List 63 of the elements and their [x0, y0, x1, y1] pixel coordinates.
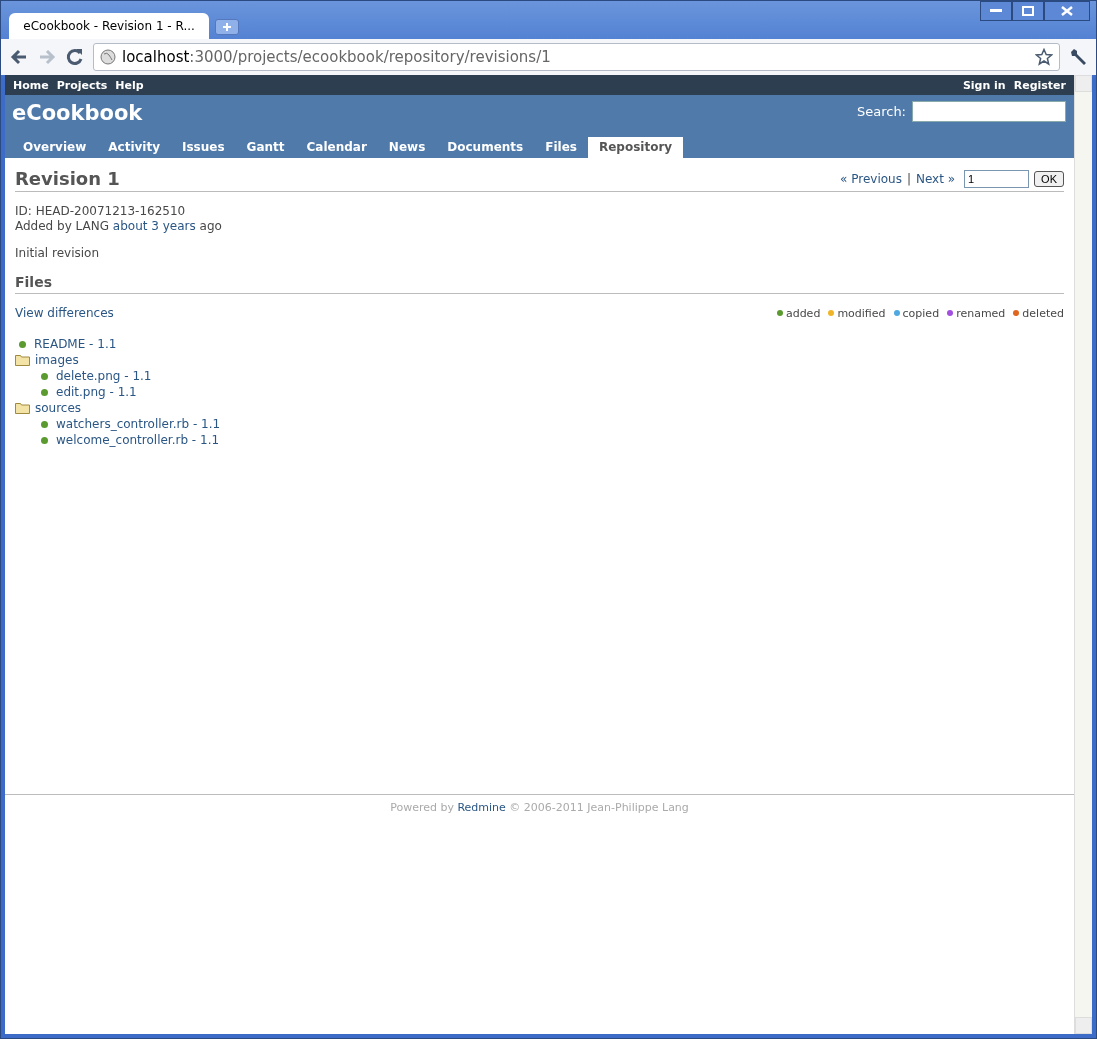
tab-title: eCookbook - Revision 1 - R...	[23, 19, 195, 33]
close-icon	[1061, 6, 1073, 16]
maximize-button[interactable]	[1012, 1, 1044, 21]
author-line: Added by LANG about 3 years ago	[15, 219, 223, 234]
plus-icon	[222, 22, 232, 32]
search-label: Search:	[856, 104, 906, 119]
menu-tab[interactable]: Repository	[587, 137, 684, 158]
legend-label: modified	[837, 306, 886, 320]
menu-tab[interactable]: Gantt	[235, 137, 296, 158]
files-heading: Files	[15, 274, 1064, 294]
top-menu-link[interactable]: Sign in	[962, 78, 1006, 92]
minimize-button[interactable]	[980, 1, 1012, 21]
menu-tab[interactable]: Documents	[436, 137, 535, 158]
file-link[interactable]: welcome_controller.rb - 1.1	[56, 433, 220, 447]
new-tab-button[interactable]	[215, 19, 239, 35]
file-link[interactable]: README - 1.1	[34, 337, 117, 351]
close-button[interactable]	[1044, 1, 1090, 21]
reload-icon[interactable]	[65, 47, 85, 67]
back-arrow-icon[interactable]	[9, 47, 29, 67]
menu-tab[interactable]: News	[377, 137, 437, 158]
file-link[interactable]: delete.png - 1.1	[56, 369, 152, 383]
maximize-icon	[1022, 6, 1034, 16]
menu-tab[interactable]: Issues	[171, 137, 236, 158]
legend-label: added	[785, 306, 821, 320]
menu-tab[interactable]: Overview	[12, 137, 98, 158]
star-icon[interactable]	[1035, 48, 1053, 66]
top-menu-link[interactable]: Projects	[56, 78, 108, 92]
top-menu-link[interactable]: Register	[1013, 78, 1066, 92]
time-link[interactable]: about 3 years	[112, 219, 196, 233]
legend-label: deleted	[1022, 306, 1064, 320]
next-link[interactable]: Next »	[915, 171, 956, 186]
revision-title: Revision 1	[15, 168, 120, 189]
folder-link[interactable]: sources	[35, 401, 82, 415]
top-menu-link[interactable]: Help	[115, 78, 144, 92]
revision-id: ID: HEAD-20071213-162510	[15, 204, 187, 219]
address-bar[interactable]: localhost:3000/projects/ecookbook/repository/revisions/1	[93, 43, 1060, 71]
folder-icon	[15, 354, 31, 366]
menu-tab[interactable]: Activity	[97, 137, 171, 158]
folder-link[interactable]: images	[35, 353, 79, 367]
revision-field[interactable]: 1	[964, 169, 1030, 188]
project-title: eCookbook	[12, 101, 143, 125]
ok-button[interactable]: OK	[1034, 170, 1064, 187]
separator: |	[906, 171, 911, 186]
revision-comment: Initial revision	[15, 246, 101, 260]
search-field[interactable]	[912, 101, 1066, 122]
menu-tab[interactable]: Calendar	[295, 137, 378, 158]
previous-link[interactable]: « Previous	[840, 171, 902, 186]
menu-tab[interactable]: Files	[534, 137, 588, 158]
legend-label: copied	[902, 306, 940, 320]
minimize-icon	[990, 9, 1002, 13]
view-differences-link[interactable]: View differences	[15, 306, 114, 320]
url-host: localhost	[122, 48, 190, 66]
browser-tab[interactable]: eCookbook - Revision 1 - R...	[9, 13, 209, 39]
globe-icon	[100, 49, 116, 65]
top-menu-link[interactable]: Home	[13, 78, 49, 92]
file-link[interactable]: edit.png - 1.1	[56, 385, 137, 399]
redmine-link[interactable]: Redmine	[457, 801, 506, 814]
wrench-icon[interactable]	[1068, 47, 1088, 67]
url-path: :3000/projects/ecookbook/repository/revisions/1	[189, 48, 552, 66]
footer-text: Powered by Redmine © 2006-2011 Jean-Philippe Lang	[389, 801, 690, 814]
file-link[interactable]: watchers_controller.rb - 1.1	[56, 417, 221, 431]
folder-icon	[15, 402, 31, 414]
legend-label: renamed	[956, 306, 1006, 320]
